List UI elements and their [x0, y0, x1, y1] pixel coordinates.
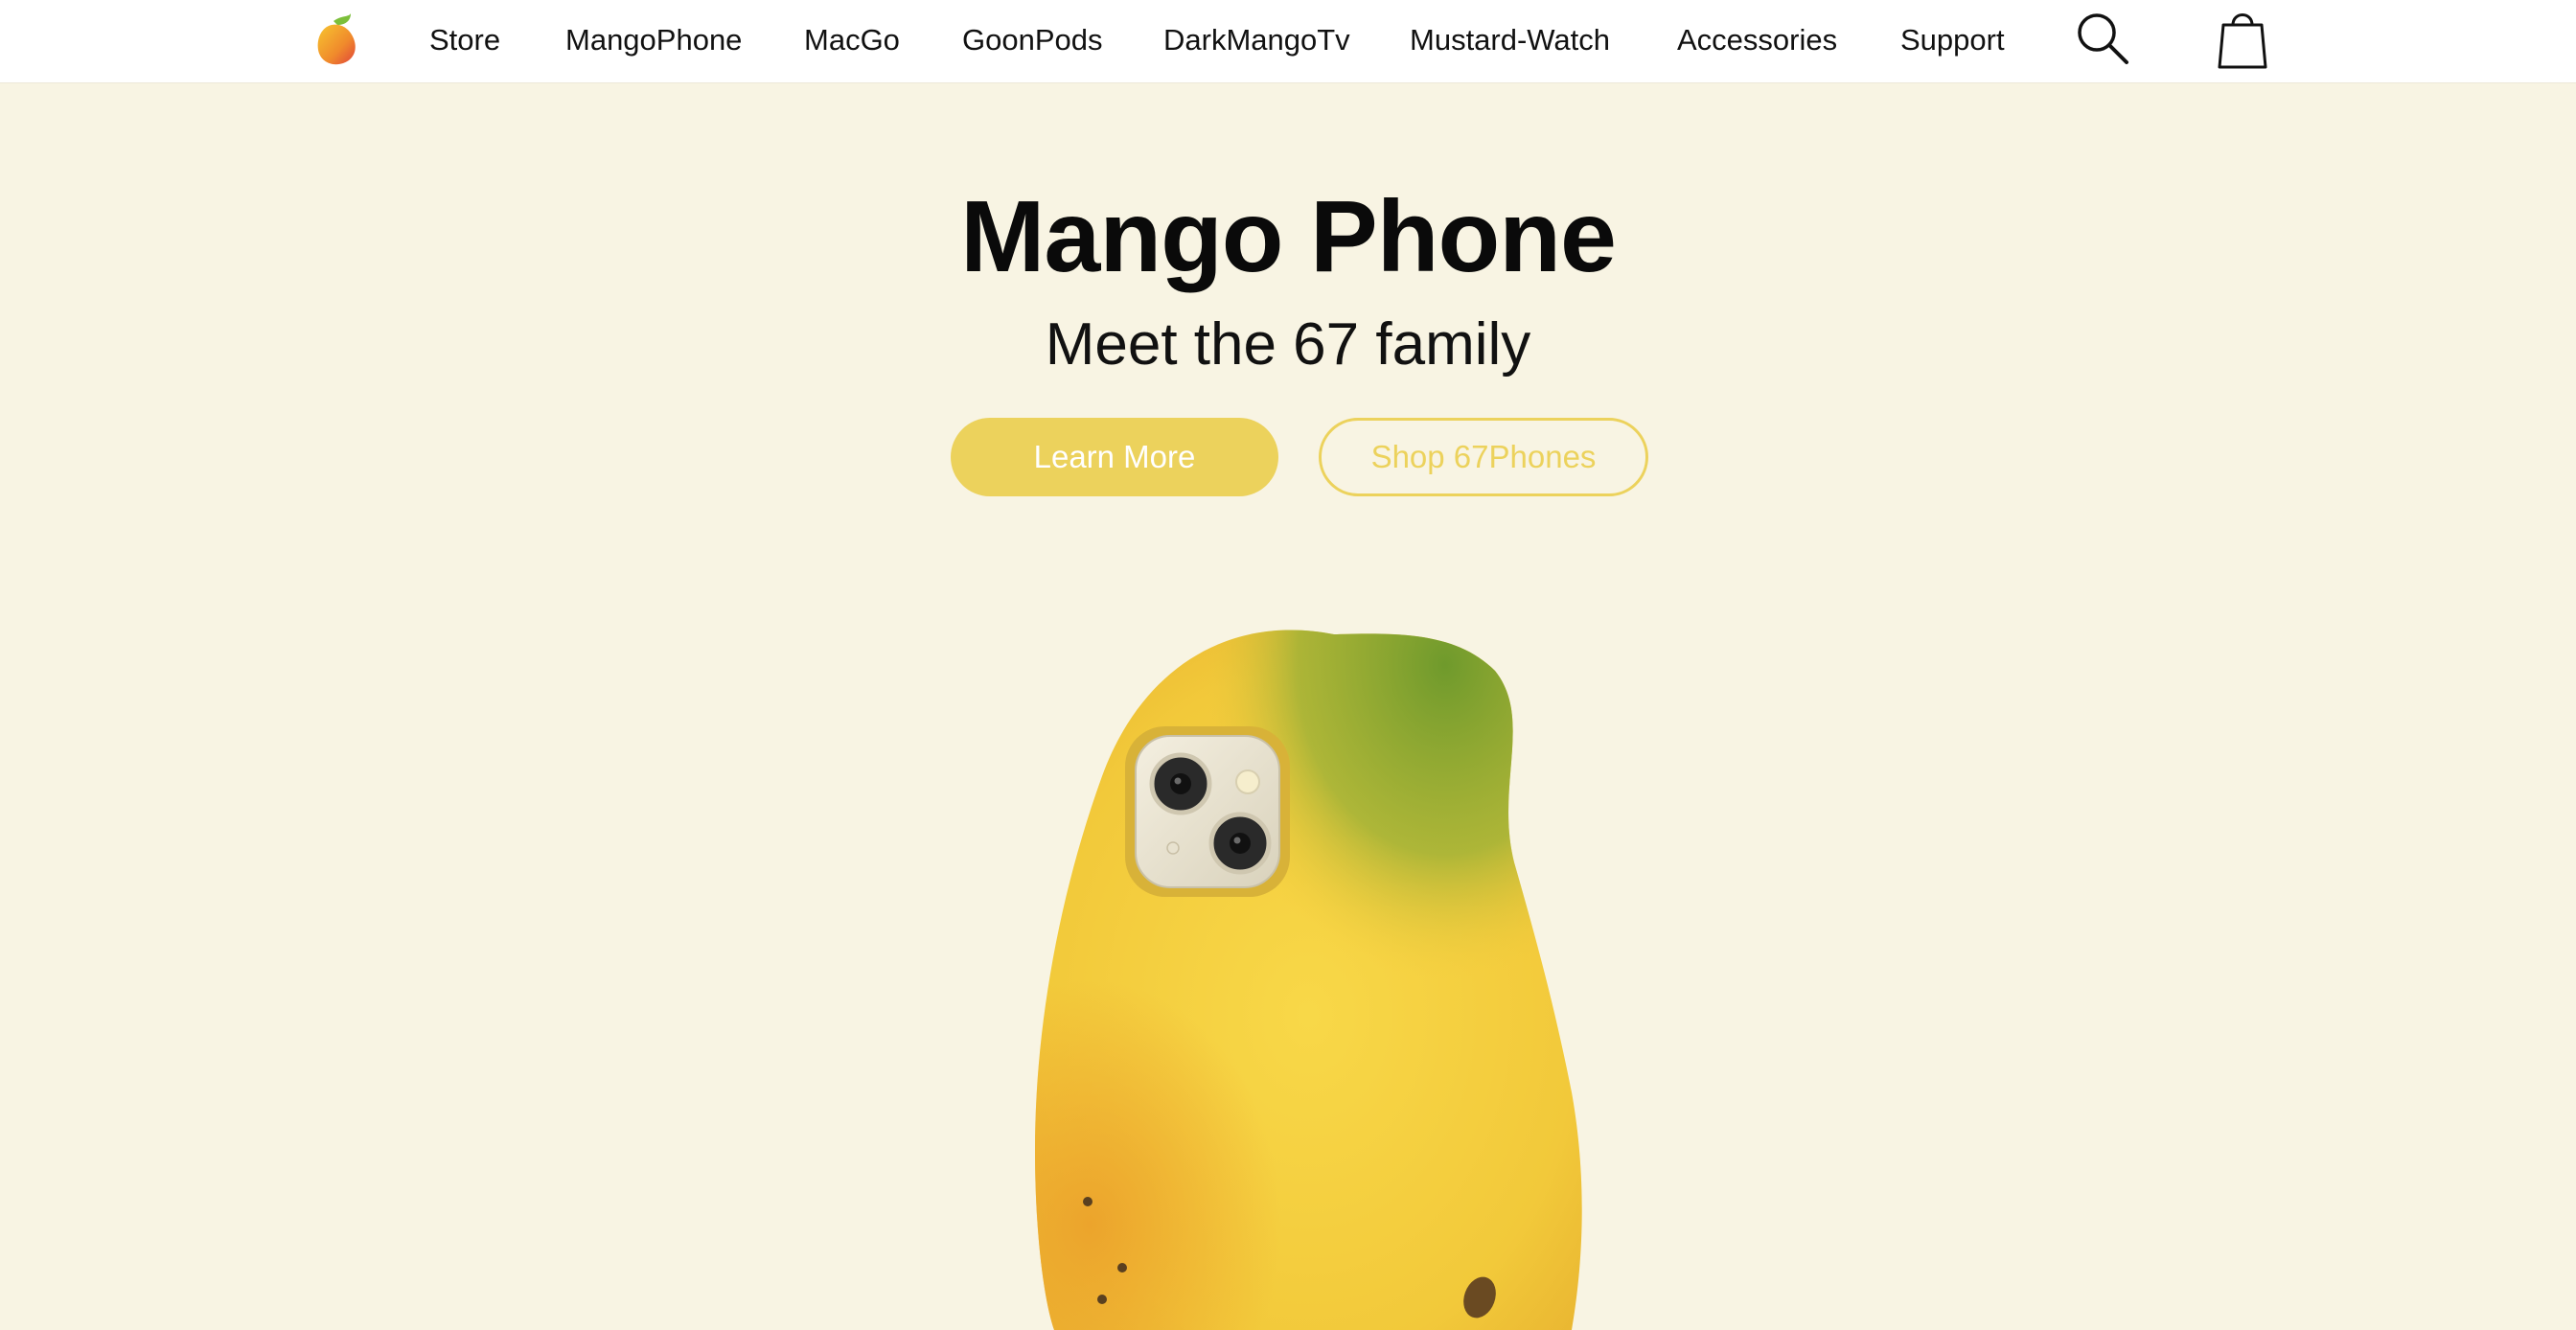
- nav-link-macgo[interactable]: MacGo: [804, 21, 900, 59]
- nav-link-store[interactable]: Store: [429, 21, 500, 59]
- nav-link-support[interactable]: Support: [1900, 21, 2005, 59]
- hero-subtitle: Meet the 67 family: [1045, 311, 1531, 378]
- learn-more-button[interactable]: Learn More: [951, 418, 1278, 496]
- nav-link-goonpods[interactable]: GoonPods: [962, 21, 1103, 59]
- nav-link-mustard-watch[interactable]: Mustard-Watch: [1410, 21, 1610, 59]
- hero-title: Mango Phone: [960, 180, 1617, 293]
- shopping-bag-icon[interactable]: [2216, 8, 2269, 71]
- mango-phone-case-image: [1035, 630, 1582, 1330]
- nav-link-darkmangotv[interactable]: DarkMangoTv: [1163, 21, 1350, 59]
- mango-logo-icon[interactable]: [312, 10, 360, 67]
- search-icon[interactable]: [2074, 10, 2131, 67]
- nav-link-accessories[interactable]: Accessories: [1677, 21, 1837, 59]
- top-navigation-bar: Store MangoPhone MacGo GoonPods DarkMang…: [0, 0, 2576, 83]
- nav-link-mangophone[interactable]: MangoPhone: [565, 21, 742, 59]
- shop-67phones-button[interactable]: Shop 67Phones: [1319, 418, 1648, 496]
